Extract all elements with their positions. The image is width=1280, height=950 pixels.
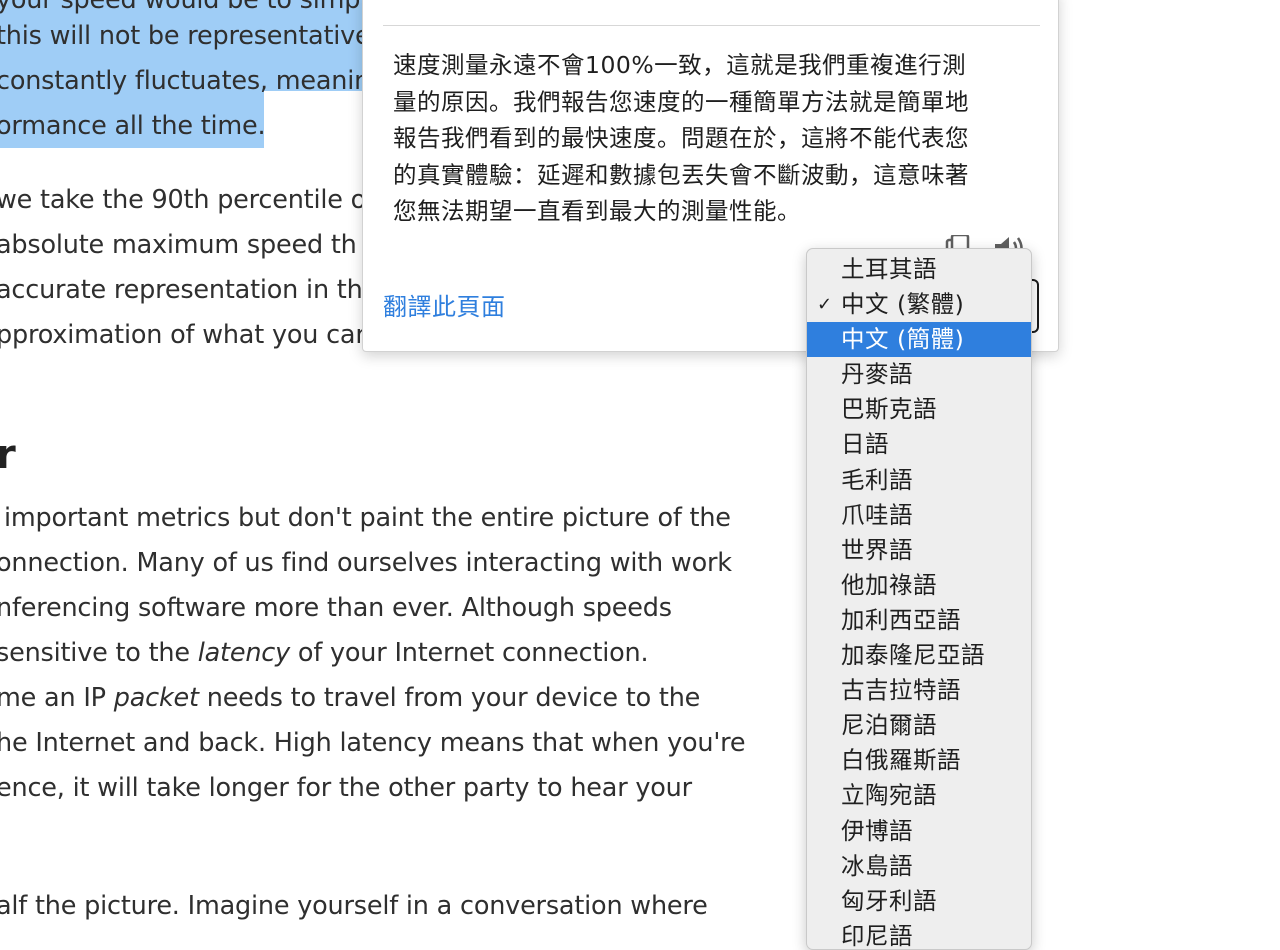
language-option-label: 土耳其語 <box>841 255 937 283</box>
language-option-label: 白俄羅斯語 <box>841 746 961 775</box>
article-line: he Internet and back. High latency means… <box>0 728 746 758</box>
article-line: constantly fluctuates, meanin <box>0 66 371 96</box>
language-option-label: 中文 (繁體) <box>841 290 965 319</box>
language-option-label: 毛利語 <box>841 465 913 494</box>
language-option-selected[interactable]: ✓ 中文 (繁體) <box>807 287 1031 322</box>
language-option[interactable]: 丹麥語 <box>807 357 1031 392</box>
language-option-label: 日語 <box>841 430 889 459</box>
section-heading: r <box>0 432 16 478</box>
language-option-label: 加泰隆尼亞語 <box>841 641 985 670</box>
article-line: ence, it will take longer for the other … <box>0 773 692 803</box>
language-dropdown-menu[interactable]: 土耳其語 ✓ 中文 (繁體) 中文 (簡體) 丹麥語 巴斯克語 日語 毛利語 爪哇… <box>806 248 1032 950</box>
article-line: accurate representation in th <box>0 275 363 305</box>
language-option[interactable]: 加利西亞語 <box>807 603 1031 638</box>
translate-page-link[interactable]: 翻譯此頁面 <box>383 287 506 322</box>
language-option[interactable]: 毛利語 <box>807 463 1031 498</box>
language-option-label: 古吉拉特語 <box>841 676 961 705</box>
language-option-label: 世界語 <box>841 535 913 564</box>
language-option-label: 巴斯克語 <box>841 395 937 424</box>
language-option[interactable]: 白俄羅斯語 <box>807 743 1031 778</box>
language-option[interactable]: 立陶宛語 <box>807 778 1031 813</box>
article-line: onnection. Many of us find ourselves int… <box>0 548 732 578</box>
language-option-label: 伊博語 <box>841 816 913 845</box>
text-run: of your Internet connection. <box>290 638 649 668</box>
article-line: alf the picture. Imagine yourself in a c… <box>0 891 708 921</box>
language-option[interactable]: 日語 <box>807 427 1031 462</box>
popover-divider <box>383 25 1040 26</box>
language-option[interactable]: 巴斯克語 <box>807 392 1031 427</box>
article-line: sensitive to the latency of your Interne… <box>0 631 649 676</box>
text-run: me an IP <box>0 683 114 713</box>
language-option-label: 他加祿語 <box>841 570 937 599</box>
article-line: nferencing software more than ever. Alth… <box>0 593 672 623</box>
text-run: needs to travel from your device to the <box>198 683 701 713</box>
text-run: sensitive to the <box>0 638 198 668</box>
language-option-highlighted[interactable]: 中文 (簡體) <box>807 322 1031 358</box>
language-option[interactable]: 冰島語 <box>807 849 1031 884</box>
language-option-label: 爪哇語 <box>841 500 913 529</box>
article-line: absolute maximum speed th <box>0 230 357 260</box>
language-option[interactable]: 伊博語 <box>807 814 1031 849</box>
article-line: important metrics but don't paint the en… <box>4 503 731 533</box>
language-option[interactable]: 古吉拉特語 <box>807 673 1031 708</box>
language-option-label: 加利西亞語 <box>841 605 961 634</box>
language-option-label: 尼泊爾語 <box>841 711 937 740</box>
article-line: me an IP packet needs to travel from you… <box>0 676 700 721</box>
text-emphasis: latency <box>197 638 291 668</box>
language-option[interactable]: 土耳其語 <box>807 252 1031 287</box>
translated-text: 速度測量永遠不會100%一致，這就是我們重複進行測 量的原因。我們報告您速度的一… <box>393 51 969 225</box>
language-option-label: 丹麥語 <box>841 360 913 389</box>
language-option-list: 土耳其語 ✓ 中文 (繁體) 中文 (簡體) 丹麥語 巴斯克語 日語 毛利語 爪哇… <box>807 252 1031 950</box>
language-option-label: 中文 (簡體) <box>841 325 965 354</box>
language-option[interactable]: 尼泊爾語 <box>807 708 1031 743</box>
article-line: this will not be representative <box>0 21 371 51</box>
text-emphasis: packet <box>113 683 199 713</box>
language-option[interactable]: 世界語 <box>807 533 1031 568</box>
article-line: pproximation of what you can <box>0 320 372 350</box>
language-option-label: 印尼語 <box>841 921 913 950</box>
language-option[interactable]: 他加祿語 <box>807 568 1031 603</box>
language-option[interactable]: 加泰隆尼亞語 <box>807 638 1031 673</box>
language-option-label: 冰島語 <box>841 851 913 880</box>
language-option[interactable]: 匈牙利語 <box>807 884 1031 919</box>
article-line: ormance all the time. <box>0 111 266 141</box>
article-line: we take the 90th percentile of <box>0 185 375 215</box>
language-option-label: 立陶宛語 <box>841 781 937 810</box>
checkmark-icon: ✓ <box>817 294 833 316</box>
language-option[interactable]: 印尼語 <box>807 919 1031 950</box>
language-option[interactable]: 爪哇語 <box>807 498 1031 533</box>
language-option-label: 匈牙利語 <box>841 886 937 915</box>
